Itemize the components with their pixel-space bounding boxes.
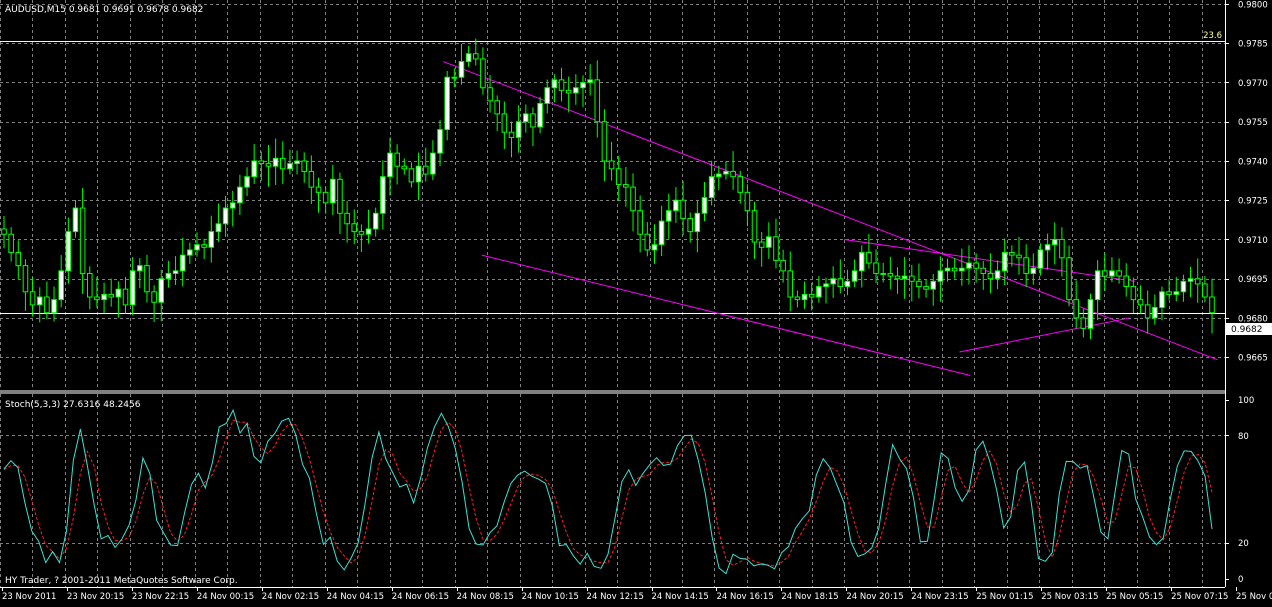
time-tick-label: 25 Nov 09:15 <box>1236 592 1272 602</box>
time-tick-label: 25 Nov 05:15 <box>1106 592 1163 602</box>
time-tick-label: 24 Nov 04:15 <box>327 592 384 602</box>
stoch-tick-label: 20 <box>1238 539 1249 549</box>
time-tick-label: 24 Nov 12:15 <box>587 592 644 602</box>
time-tick-label: 24 Nov 10:15 <box>522 592 579 602</box>
price-tick-label: 0.9695 <box>1238 275 1268 285</box>
fib-level-label: 23.6 <box>1203 31 1222 41</box>
price-tick-label: 0.9710 <box>1238 236 1268 246</box>
stoch-tick-label: 100 <box>1238 396 1254 406</box>
current-price-tag: 0.9682 <box>1226 323 1272 335</box>
time-tick-label: 23 Nov 20:15 <box>67 592 124 602</box>
time-tick-label: 24 Nov 20:15 <box>846 592 903 602</box>
price-tick-label: 0.9800 <box>1238 1 1268 11</box>
time-tick-label: 25 Nov 07:15 <box>1171 592 1228 602</box>
symbol-header: AUDUSD,M15 0.9681 0.9691 0.9678 0.9682 <box>5 5 203 15</box>
time-tick-label: 24 Nov 18:15 <box>781 592 838 602</box>
time-tick-label: 24 Nov 23:15 <box>911 592 968 602</box>
time-tick-label: 25 Nov 01:15 <box>976 592 1033 602</box>
stoch-tick-label: 80 <box>1238 432 1249 442</box>
time-tick-label: 24 Nov 08:15 <box>457 592 514 602</box>
background <box>0 0 1272 603</box>
chart-window: 0.9665 0.9680 0.9695 0.9710 0.9725 0.9740 0.97… <box>0 0 1272 603</box>
time-tick-label: 23 Nov 22:15 <box>132 592 189 602</box>
candle <box>444 71 450 141</box>
time-tick-label: 24 Nov 00:15 <box>197 592 254 602</box>
price-tick-label: 0.9785 <box>1238 40 1268 50</box>
time-tick-label: 25 Nov 03:15 <box>1041 592 1098 602</box>
current-price-label: 0.9682 <box>1231 325 1263 335</box>
price-tick-label: 0.9755 <box>1238 118 1268 128</box>
price-tick-label: 0.9740 <box>1238 157 1268 167</box>
indicator-header: Stoch(5,3,3) 27.6316 48.2456 <box>5 400 141 410</box>
price-tick-label: 0.9725 <box>1238 197 1268 207</box>
copyright-text: HY Trader, ? 2001-2011 MetaQuotes Softwa… <box>5 576 238 586</box>
chart-canvas: 0.9665 0.9680 0.9695 0.9710 0.9725 0.9740 0.97… <box>0 0 1272 603</box>
price-tick-label: 0.9665 <box>1238 354 1268 364</box>
price-tick-label: 0.9680 <box>1238 314 1268 324</box>
time-tick-label: 23 Nov 2011 <box>2 592 56 602</box>
time-tick-label: 24 Nov 06:15 <box>392 592 449 602</box>
time-tick-label: 24 Nov 14:15 <box>652 592 709 602</box>
price-tick-label: 0.9770 <box>1238 79 1268 89</box>
time-tick-label: 24 Nov 16:15 <box>716 592 773 602</box>
time-tick-label: 24 Nov 02:15 <box>262 592 319 602</box>
stoch-tick-label: 0 <box>1238 575 1243 585</box>
